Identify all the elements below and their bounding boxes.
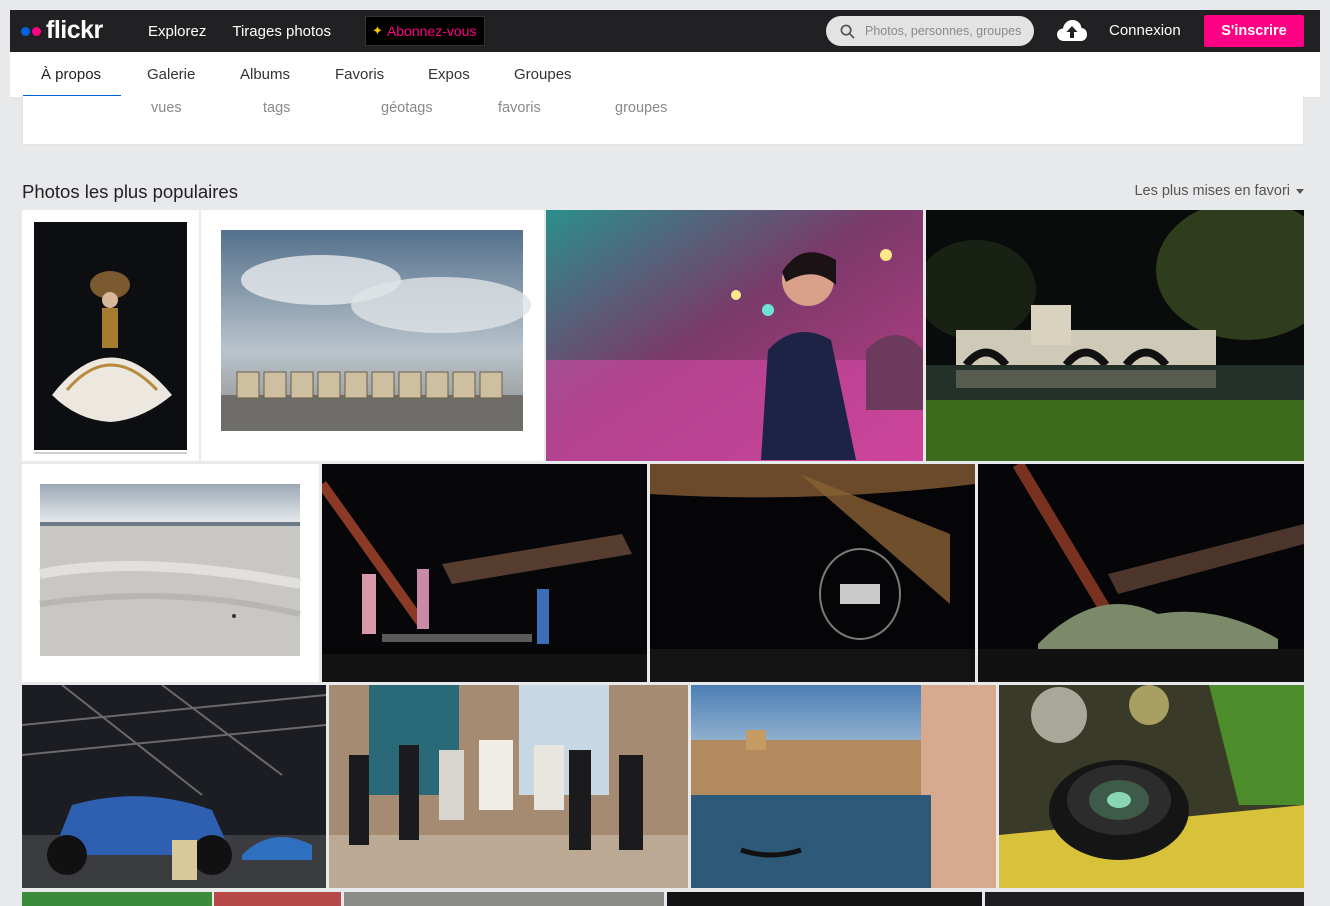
photo-thumbnail-row4-2[interactable]: [214, 892, 341, 906]
photo-thumbnail-row4-3[interactable]: [344, 892, 664, 906]
photo-thumbnail-row4-5[interactable]: [985, 892, 1304, 906]
tab-exhibits[interactable]: Expos: [428, 66, 470, 83]
logo-dot-blue: [21, 26, 30, 36]
photo-thumbnail-row4-4[interactable]: [667, 892, 982, 906]
stat-views-label: vues: [151, 100, 182, 116]
photo-thumbnail-stage-dancers-1[interactable]: [322, 464, 647, 682]
search-icon: [840, 24, 855, 38]
photo-image: [34, 222, 187, 454]
logo-dot-pink: [32, 26, 41, 36]
photo-thumbnail-avignon-bridge-night[interactable]: [926, 210, 1304, 461]
photo-thumbnail-venice-canal[interactable]: [691, 685, 996, 888]
tab-about[interactable]: À propos: [41, 66, 101, 83]
photo-image: [546, 210, 923, 461]
logo-text: flickr: [46, 15, 103, 44]
photo-image: [329, 685, 688, 888]
photo-thumbnail-beach-huts[interactable]: [201, 210, 544, 461]
section-title: Photos les plus populaires: [22, 181, 238, 202]
flickr-logo[interactable]: flickr: [21, 15, 136, 44]
photo-image: [926, 210, 1304, 461]
signup-button[interactable]: S'inscrire: [1204, 15, 1304, 47]
nav-explore[interactable]: Explorez: [148, 23, 206, 40]
stat-tags-label: tags: [263, 100, 291, 116]
photo-thumbnail-dancer-costume[interactable]: [22, 210, 199, 461]
cloud-upload-icon[interactable]: [1056, 17, 1088, 45]
tab-favorites[interactable]: Favoris: [335, 66, 384, 83]
photo-image: [221, 230, 531, 431]
sort-label: Les plus mises en favori: [1134, 183, 1290, 199]
stat-geotags-label: géotags: [381, 100, 433, 116]
photo-thumbnail-stage-dancer-swing[interactable]: [650, 464, 975, 682]
top-bar: flickr Explorez Tirages photos ✦ Abonnez…: [10, 10, 1320, 52]
photo-image: [650, 464, 975, 682]
profile-tabs: À propos Galerie Albums Favoris Expos Gr…: [10, 52, 1320, 98]
photo-image: [322, 464, 647, 682]
photo-thumbnail-woman-in-light[interactable]: [546, 210, 923, 461]
search-box[interactable]: [826, 16, 1034, 46]
photo-image: [691, 685, 996, 888]
photo-image: [39, 484, 301, 656]
subscribe-button[interactable]: ✦ Abonnez-vous: [365, 16, 486, 46]
flickr-profile-page: flickr Explorez Tirages photos ✦ Abonnez…: [0, 0, 1330, 906]
stat-favorites-label: favoris: [498, 100, 541, 116]
stats-card: vues tags géotags favoris groupes: [22, 96, 1304, 145]
photo-image: [999, 685, 1304, 888]
tab-groups[interactable]: Groupes: [514, 66, 572, 83]
stat-groups-label: groupes: [615, 100, 668, 116]
caret-down-icon: [1296, 188, 1304, 194]
photo-thumbnail-row4-1[interactable]: [22, 892, 212, 906]
photo-thumbnail-vintage-race-car[interactable]: [22, 685, 326, 888]
search-input[interactable]: [865, 24, 1025, 38]
photo-thumbnail-camera-lens[interactable]: [999, 685, 1304, 888]
photo-image: [978, 464, 1304, 682]
photo-thumbnail-sand-flats[interactable]: [22, 464, 319, 682]
login-link[interactable]: Connexion: [1109, 22, 1181, 39]
nav-prints[interactable]: Tirages photos: [232, 23, 331, 40]
photo-image: [22, 685, 326, 888]
photo-thumbnail-street-dance[interactable]: [329, 685, 688, 888]
subscribe-label: Abonnez-vous: [386, 23, 477, 39]
sort-dropdown[interactable]: Les plus mises en favori: [1134, 183, 1304, 199]
photo-thumbnail-stage-fabric[interactable]: [978, 464, 1304, 682]
tab-albums[interactable]: Albums: [240, 66, 290, 83]
tab-gallery[interactable]: Galerie: [147, 66, 195, 83]
sparkle-icon: ✦: [372, 23, 383, 38]
